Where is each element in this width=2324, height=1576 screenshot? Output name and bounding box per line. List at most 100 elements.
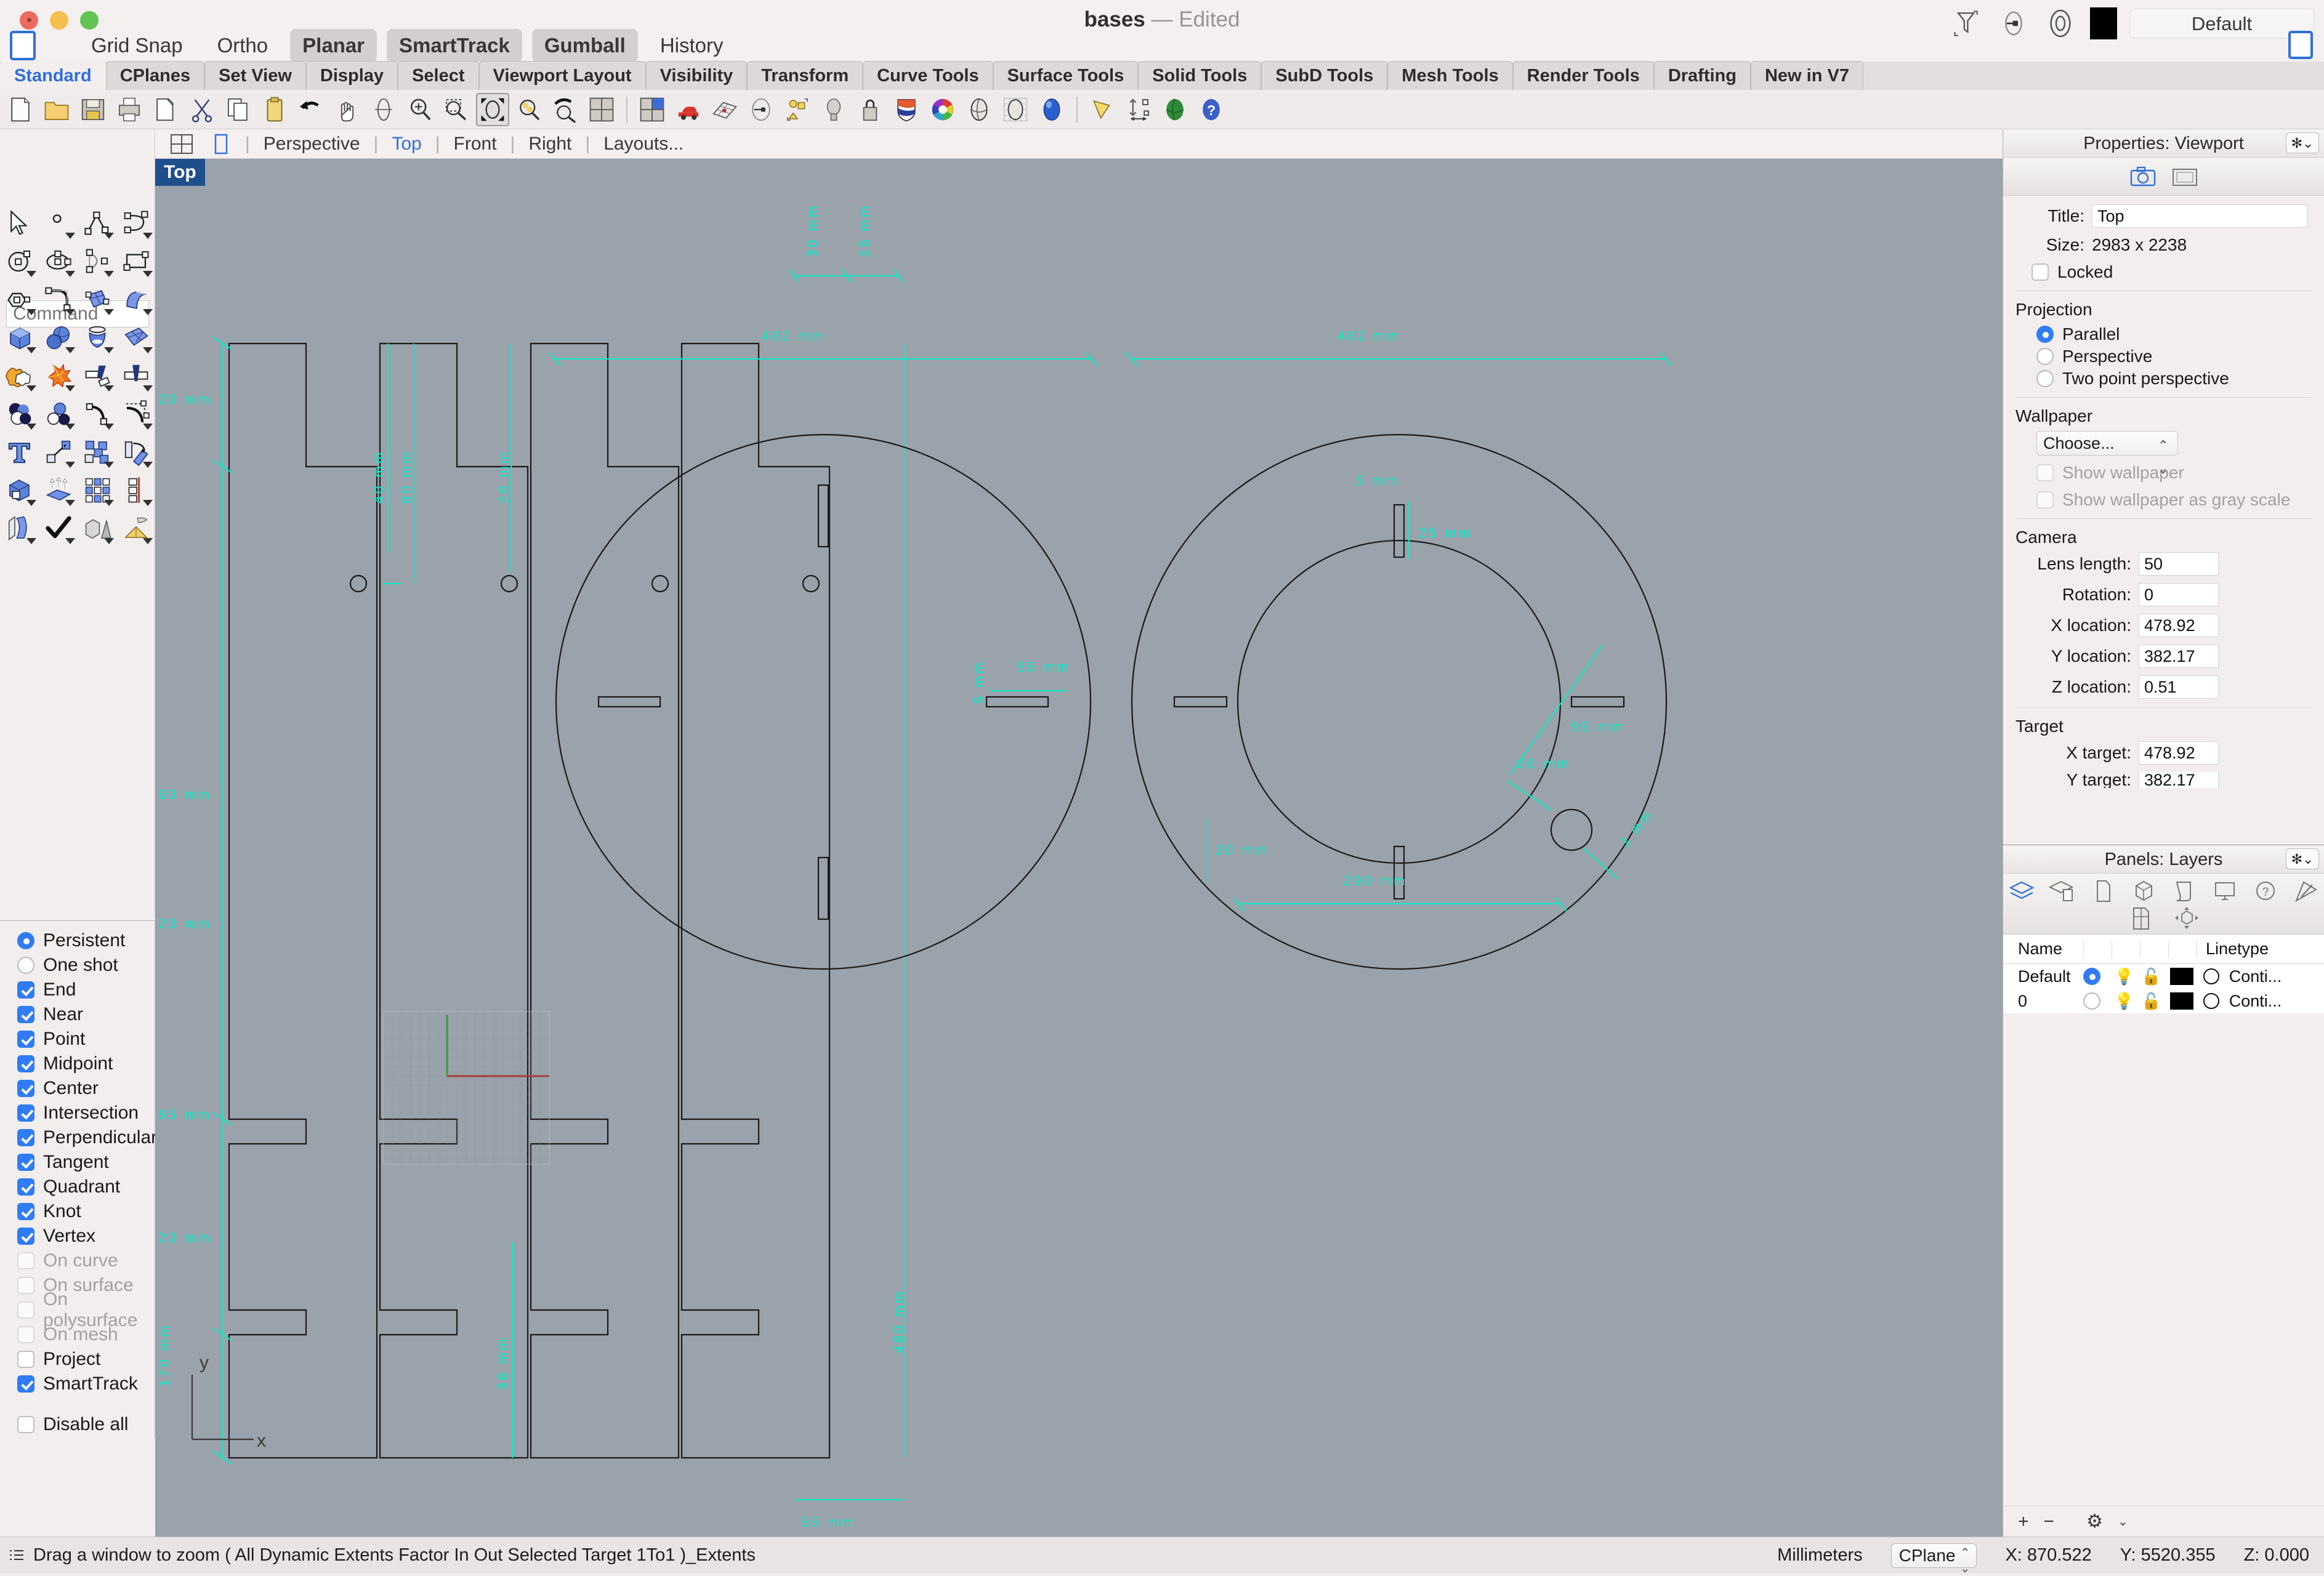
osnap-oneshot-row[interactable]: One shot — [17, 953, 155, 978]
document-properties-icon[interactable] — [2089, 878, 2116, 903]
render-shield-icon[interactable] — [890, 93, 923, 126]
tab-standard[interactable]: Standard — [0, 61, 106, 91]
tab-surface-tools[interactable]: Surface Tools — [993, 61, 1139, 91]
table-row[interactable]: 0 💡 🔓 Conti... — [2003, 989, 2324, 1013]
layer-current-radio-default[interactable] — [2083, 968, 2100, 985]
mesh-surface-icon[interactable] — [116, 319, 155, 356]
viewport-properties-icon[interactable] — [2171, 164, 2199, 189]
mode-ortho[interactable]: Ortho — [205, 29, 281, 62]
tab-set-view[interactable]: Set View — [204, 61, 306, 91]
curve-edit-icon[interactable] — [78, 395, 116, 432]
array-tool-icon[interactable] — [78, 472, 116, 509]
osnap-point-checkbox[interactable] — [17, 1031, 34, 1048]
solid-edit-icon[interactable] — [0, 472, 39, 509]
render-material-icon[interactable] — [116, 510, 155, 547]
tab-solid-tools[interactable]: Solid Tools — [1138, 61, 1261, 91]
display-panel-icon[interactable] — [2211, 878, 2238, 903]
object-properties-icon[interactable] — [2130, 878, 2157, 903]
table-row[interactable]: Default 💡 🔓 Conti... — [2003, 964, 2324, 989]
undo-icon[interactable] — [294, 93, 328, 126]
viewport-split-icon[interactable] — [635, 93, 669, 126]
polygon-tool-icon[interactable] — [0, 281, 39, 318]
current-color-swatch[interactable] — [2090, 7, 2117, 39]
osnap-vertex-row[interactable]: Vertex — [17, 1224, 155, 1248]
osnap-vertex-checkbox[interactable] — [17, 1228, 34, 1245]
mode-gumball[interactable]: Gumball — [532, 29, 638, 62]
object-snap-icon[interactable] — [781, 93, 814, 126]
projection-perspective-radio[interactable] — [2036, 348, 2054, 365]
tab-visibility[interactable]: Visibility — [646, 61, 748, 91]
text-tool-icon[interactable] — [0, 433, 39, 470]
notes-icon[interactable] — [2171, 878, 2198, 903]
layer-current-radio-0[interactable] — [2083, 992, 2100, 1010]
tab-mesh-tools[interactable]: Mesh Tools — [1387, 61, 1512, 91]
osnap-oneshot-radio[interactable] — [17, 957, 34, 974]
chevron-down-icon[interactable]: ⌄ — [2118, 1514, 2128, 1529]
help-icon[interactable]: ? — [1195, 93, 1228, 126]
extrude-surface-icon[interactable] — [116, 281, 155, 318]
box-solid-icon[interactable] — [0, 319, 39, 356]
tab-cplanes[interactable]: CPlanes — [106, 61, 204, 91]
lock-icon[interactable] — [853, 93, 887, 126]
layer-color-swatch-default[interactable] — [2170, 968, 2193, 985]
material-selector[interactable]: Default — [2129, 9, 2314, 38]
filter-funnel-icon[interactable] — [1950, 6, 1984, 41]
clipping-plane-icon[interactable] — [1086, 93, 1119, 126]
tab-display[interactable]: Display — [306, 61, 398, 91]
curve-tool-icon[interactable] — [116, 204, 155, 241]
circle-tool-icon[interactable] — [0, 243, 39, 279]
projection-perspective-row[interactable]: Perspective — [2015, 347, 2312, 366]
viewport-tab-top[interactable]: Top — [389, 134, 424, 155]
osnap-knot-checkbox[interactable] — [17, 1203, 34, 1220]
spheres-solid-icon[interactable] — [39, 319, 78, 356]
osnap-near-checkbox[interactable] — [17, 1006, 34, 1023]
viewport-layout-4-icon[interactable] — [585, 93, 618, 126]
boolean-circles-icon[interactable] — [0, 395, 39, 432]
osnap-quadrant-checkbox[interactable] — [17, 1178, 34, 1196]
lightbulb-icon-default[interactable]: 💡 — [2114, 967, 2134, 986]
copy-page-icon[interactable] — [149, 93, 182, 126]
help-panel-icon[interactable]: ? — [2252, 878, 2279, 903]
tab-curve-tools[interactable]: Curve Tools — [863, 61, 993, 91]
split-icon[interactable] — [116, 357, 155, 394]
display-mode-icon[interactable] — [2043, 6, 2078, 41]
properties-gear-menu[interactable]: ✻⌄ — [2286, 132, 2319, 153]
zoom-extents-icon[interactable] — [476, 93, 509, 126]
layer-print-color-default[interactable] — [2203, 968, 2219, 984]
layers-options-gear-icon[interactable]: ⚙ — [2086, 1511, 2103, 1532]
osnap-perpendicular-checkbox[interactable] — [17, 1129, 34, 1146]
osnap-end-row[interactable]: End — [17, 978, 155, 1002]
viewport-locked-checkbox[interactable] — [2031, 263, 2049, 281]
tab-render-tools[interactable]: Render Tools — [1513, 61, 1654, 91]
layers-icon[interactable] — [2008, 878, 2035, 903]
layer-state-icon[interactable] — [1996, 6, 2031, 41]
extrude-tool-icon[interactable] — [39, 472, 78, 509]
viewport-tab-front[interactable]: Front — [451, 134, 499, 155]
target-y-input[interactable] — [2139, 772, 2219, 788]
tab-subd-tools[interactable]: SubD Tools — [1261, 61, 1387, 91]
camera-y-location-input[interactable] — [2139, 645, 2219, 668]
analyze-objects-icon[interactable] — [78, 510, 116, 547]
viewport-single-icon[interactable] — [208, 133, 234, 155]
osnap-center-row[interactable]: Center — [17, 1076, 155, 1101]
lightbulb-icon-0[interactable]: 💡 — [2114, 992, 2134, 1011]
set-view-icon[interactable] — [744, 93, 778, 126]
shaded-sphere-icon[interactable] — [962, 93, 996, 126]
layer-linetype-default[interactable]: Conti... — [2229, 967, 2282, 986]
osnap-smarttrack-checkbox[interactable] — [17, 1375, 34, 1393]
osnap-end-checkbox[interactable] — [17, 981, 34, 999]
polyline-tool-icon[interactable] — [78, 204, 116, 241]
viewport-locked-row[interactable]: Locked — [2015, 262, 2312, 282]
color-wheel-icon[interactable] — [926, 93, 959, 126]
ellipse-tool-icon[interactable] — [39, 243, 78, 279]
offset-surface-icon[interactable] — [0, 510, 39, 547]
osnap-point-row[interactable]: Point — [17, 1027, 155, 1051]
surface-from-curves-icon[interactable] — [78, 281, 116, 318]
tools-panel-icon[interactable] — [2293, 878, 2320, 903]
rendered-sphere-icon[interactable] — [1035, 93, 1068, 126]
point-tool-icon[interactable] — [39, 204, 78, 241]
rotate-view-icon[interactable] — [367, 93, 400, 126]
save-icon[interactable] — [76, 93, 110, 126]
viewport-tab-right[interactable]: Right — [526, 134, 574, 155]
zoom-window-icon[interactable] — [440, 93, 473, 126]
